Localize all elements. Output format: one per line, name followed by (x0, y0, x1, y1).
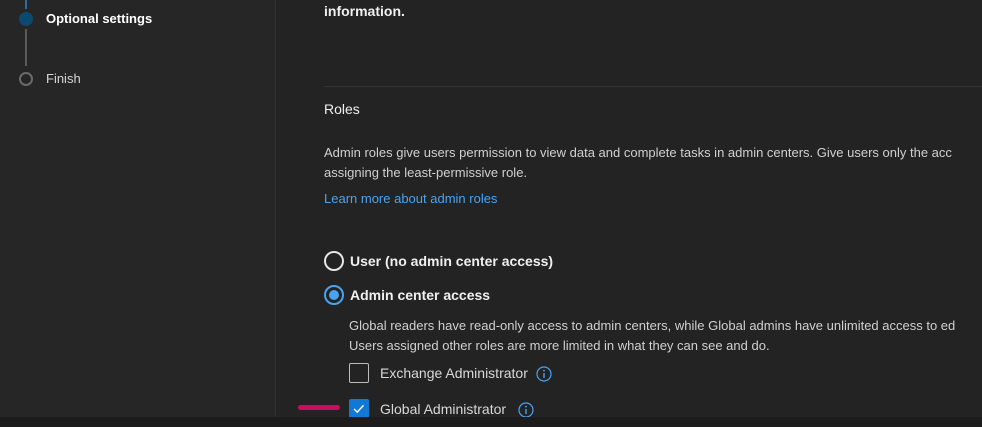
step-finish[interactable]: Finish (46, 71, 81, 86)
radio-user-no-admin-label[interactable]: User (no admin center access) (350, 253, 553, 269)
step-connector-top (25, 0, 27, 9)
roles-heading: Roles (324, 101, 360, 117)
step-optional-settings[interactable]: Optional settings (46, 11, 152, 26)
bottom-bar (0, 417, 982, 427)
info-icon[interactable] (536, 366, 552, 382)
roles-description-line-2: assigning the least-permissive role. (324, 164, 528, 180)
section-divider (324, 86, 982, 87)
admin-access-description: Global readers have read-only access to … (349, 316, 982, 355)
radio-user-no-admin[interactable] (324, 251, 344, 271)
top-cutoff-text: information. (324, 3, 405, 19)
roles-description-line-1: Admin roles give users permission to vie… (324, 145, 952, 160)
radio-admin-center-access[interactable] (324, 285, 344, 305)
checkbox-exchange-administrator[interactable] (349, 363, 369, 383)
learn-more-admin-roles-link[interactable]: Learn more about admin roles (324, 191, 497, 206)
info-icon[interactable] (518, 402, 534, 418)
global-administrator-label[interactable]: Global Administrator (380, 401, 506, 417)
roles-description: Admin roles give users permission to vie… (324, 143, 982, 182)
checkbox-global-administrator[interactable] (349, 399, 369, 419)
radio-admin-center-access-label[interactable]: Admin center access (350, 287, 490, 303)
admin-access-description-line-1: Global readers have read-only access to … (349, 318, 956, 333)
admin-access-description-line-2: Users assigned other roles are more limi… (349, 337, 770, 353)
exchange-administrator-label[interactable]: Exchange Administrator (380, 365, 528, 381)
checkmark-icon (353, 404, 365, 414)
highlight-annotation-mark (298, 405, 340, 410)
main-content: information. Roles Admin roles give user… (276, 0, 982, 427)
step-upcoming-indicator (19, 72, 33, 86)
step-current-indicator (19, 12, 33, 26)
step-connector (25, 29, 27, 66)
wizard-steps-panel: Optional settings Finish (0, 0, 275, 427)
